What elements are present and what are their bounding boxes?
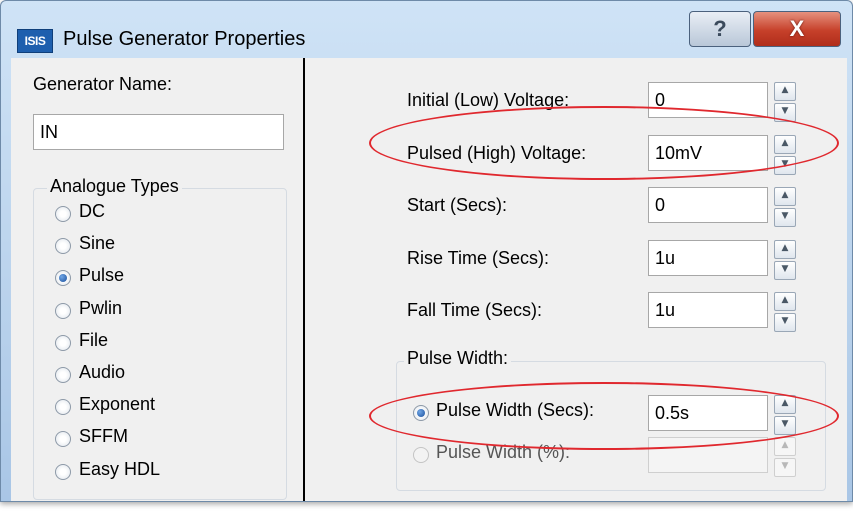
pulse-width-secs-radio[interactable] xyxy=(413,405,429,421)
field-input[interactable]: 1u xyxy=(648,292,768,328)
pulse-width-secs-label: Pulse Width (Secs): xyxy=(436,400,595,420)
spinner-down-icon[interactable]: ▼ xyxy=(774,313,796,332)
help-button[interactable]: ? xyxy=(689,11,751,47)
type-label: Pwlin xyxy=(79,297,123,318)
spinner-down-icon[interactable]: ▼ xyxy=(774,208,796,227)
close-button[interactable]: X xyxy=(753,11,841,47)
spinner-up-icon[interactable]: ▲ xyxy=(774,437,796,456)
dialog-client-area: Generator Name: IN Analogue Types DC Sine… xyxy=(11,58,847,501)
pulse-width-pct-radio[interactable] xyxy=(413,447,429,463)
window-title: Pulse Generator Properties xyxy=(63,28,306,50)
analogue-types-group xyxy=(33,188,287,500)
type-label: Easy HDL xyxy=(79,458,161,479)
pulse-width-pct-spinner[interactable]: ▲ ▼ xyxy=(774,437,796,477)
spinner-down-icon[interactable]: ▼ xyxy=(774,155,796,175)
spinner-up-icon[interactable]: ▲ xyxy=(774,82,796,101)
pulse-width-secs-spinner[interactable]: ▲ ▼ xyxy=(774,395,796,435)
field-spinner[interactable]: ▲ ▼ xyxy=(774,134,796,175)
isis-app-icon: ISIS xyxy=(17,29,53,53)
type-radio-pwlin[interactable] xyxy=(55,302,71,319)
type-label: Sine xyxy=(79,233,116,254)
spinner-up-icon[interactable]: ▲ xyxy=(774,395,796,414)
pulse-width-pct-input[interactable] xyxy=(648,437,768,473)
type-radio-easy-hdl[interactable] xyxy=(55,463,71,480)
field-label: Start (Secs): xyxy=(407,195,508,215)
type-label: Pulse xyxy=(79,265,125,286)
spinner-up-icon[interactable]: ▲ xyxy=(774,239,796,259)
type-label: Audio xyxy=(79,362,126,382)
field-label: Pulsed (High) Voltage: xyxy=(407,142,587,163)
field-input[interactable]: 0 xyxy=(648,187,768,223)
type-radio-audio[interactable] xyxy=(55,367,71,383)
pulse-width-secs-input[interactable]: 0.5s xyxy=(648,395,768,431)
type-label: File xyxy=(79,329,109,350)
field-spinner[interactable]: ▲ ▼ xyxy=(774,82,796,122)
generator-name-input[interactable]: IN xyxy=(33,114,284,150)
type-label: DC xyxy=(79,201,105,221)
field-input[interactable]: 0 xyxy=(648,82,768,118)
spinner-up-icon[interactable]: ▲ xyxy=(774,292,796,311)
analogue-types-title: Analogue Types xyxy=(47,176,182,197)
pulse-generator-dialog: ISIS Pulse Generator Properties ? X Gene… xyxy=(0,0,853,502)
title-bar[interactable]: ISIS Pulse Generator Properties ? X xyxy=(1,1,852,59)
field-spinner[interactable]: ▲ ▼ xyxy=(774,292,796,332)
pulse-width-title: Pulse Width: xyxy=(404,348,512,369)
field-label: Fall Time (Secs): xyxy=(407,300,543,320)
field-spinner[interactable]: ▲ ▼ xyxy=(774,187,796,227)
spinner-down-icon[interactable]: ▼ xyxy=(774,260,796,280)
panel-divider xyxy=(303,58,305,501)
type-label: Exponent xyxy=(79,394,156,415)
type-radio-dc[interactable] xyxy=(55,206,71,222)
field-spinner[interactable]: ▲ ▼ xyxy=(774,239,796,280)
field-label: Rise Time (Secs): xyxy=(407,247,550,268)
type-radio-file[interactable] xyxy=(55,334,71,351)
spinner-down-icon[interactable]: ▼ xyxy=(774,458,796,477)
generator-name-label: Generator Name: xyxy=(33,74,173,94)
spinner-up-icon[interactable]: ▲ xyxy=(774,187,796,206)
spinner-down-icon[interactable]: ▼ xyxy=(774,416,796,435)
type-label: SFFM xyxy=(79,426,128,447)
field-label: Initial (Low) Voltage: xyxy=(407,90,570,110)
field-input[interactable]: 10mV xyxy=(648,134,768,171)
field-input[interactable]: 1u xyxy=(648,239,768,276)
spinner-down-icon[interactable]: ▼ xyxy=(774,103,796,122)
pulse-width-pct-label: Pulse Width (%): xyxy=(436,442,571,462)
spinner-up-icon[interactable]: ▲ xyxy=(774,134,796,154)
